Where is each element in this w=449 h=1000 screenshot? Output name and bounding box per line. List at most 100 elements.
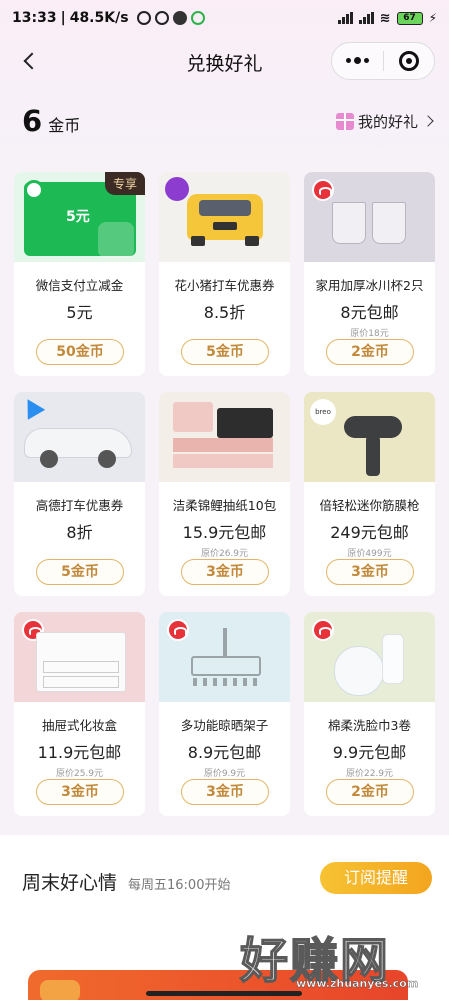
product-name: 棉柔洗脸巾3卷 xyxy=(328,718,411,733)
charging-icon: ⚡ xyxy=(428,11,437,25)
product-name: 微信支付立减金 xyxy=(35,278,124,293)
status-notification-icons xyxy=(136,11,205,25)
weekend-subtitle: 每周五16:00开始 xyxy=(128,878,231,893)
car-illustration xyxy=(187,194,263,240)
close-miniprogram-button[interactable] xyxy=(383,51,434,71)
product-card[interactable]: 花小猪打车优惠券 8.5折 5金币 xyxy=(159,172,290,376)
product-price: 249元包邮 xyxy=(330,523,409,542)
product-name: 多功能晾晒架子 xyxy=(180,718,269,733)
site-watermark: 好赚网 www.zhuanyes.com xyxy=(239,925,440,995)
product-price: 8.9元包邮 xyxy=(187,743,262,762)
breo-logo-icon: breo xyxy=(310,399,336,425)
checkmark-icon xyxy=(98,222,134,258)
brand-badge-icon xyxy=(312,619,334,641)
product-name: 倍轻松迷你筋膜枪 xyxy=(319,498,420,513)
more-menu-button[interactable] xyxy=(332,57,383,64)
alarm-icon xyxy=(136,11,151,25)
massage-gun-image xyxy=(344,416,402,438)
product-image xyxy=(159,612,290,702)
product-card[interactable]: 棉柔洗脸巾3卷 9.9元包邮 原价22.9元 2金币 xyxy=(304,612,435,816)
product-image xyxy=(159,392,290,482)
status-network-speed: 48.5K/s xyxy=(69,10,129,26)
brand-badge-icon xyxy=(312,179,334,201)
redeem-button[interactable]: 5金币 xyxy=(181,339,269,365)
tissue-pack-image xyxy=(173,402,277,476)
product-original-price: 原价499元 xyxy=(347,549,392,559)
product-price: 5元 xyxy=(66,303,93,322)
redeem-button[interactable]: 3金币 xyxy=(326,559,414,585)
product-name: 家用加厚冰川杯2只 xyxy=(315,278,424,293)
my-gifts-link[interactable]: 我的好礼 xyxy=(335,111,434,132)
product-original-price: 原价25.9元 xyxy=(55,769,104,779)
product-price: 15.9元包邮 xyxy=(182,523,267,542)
product-price: 11.9元包邮 xyxy=(37,743,122,762)
redeem-button[interactable]: 50金币 xyxy=(36,339,124,365)
product-original-price: 原价26.9元 xyxy=(200,549,249,559)
home-indicator[interactable] xyxy=(146,991,302,996)
gaode-logo-icon xyxy=(18,394,46,420)
product-card[interactable]: 5元 专享 微信支付立减金 5元 50金币 xyxy=(14,172,145,376)
glass-cup-image xyxy=(372,202,406,244)
watermark-url: www.zhuanyes.com xyxy=(296,977,419,990)
chevron-right-icon xyxy=(422,115,434,127)
status-time: 13:33 xyxy=(12,10,57,26)
product-original-price: 原价9.9元 xyxy=(203,769,246,779)
product-card[interactable]: 家用加厚冰川杯2只 8元包邮 原价18元 2金币 xyxy=(304,172,435,376)
battery-level: 67 xyxy=(403,13,416,23)
product-name: 花小猪打车优惠券 xyxy=(174,278,275,293)
product-original-price: 原价22.9元 xyxy=(345,769,394,779)
redeem-button[interactable]: 5金币 xyxy=(36,559,124,585)
battery-icon: 67 xyxy=(396,11,423,25)
product-card[interactable]: 高德打车优惠券 8折 5金币 xyxy=(14,392,145,596)
towel-roll-image xyxy=(334,646,384,696)
wechat-icon xyxy=(190,11,205,25)
product-image xyxy=(304,612,435,702)
product-price: 8.5折 xyxy=(203,303,246,322)
status-bar: 13:33 | 48.5K/s ≋ 67 ⚡ xyxy=(0,0,449,36)
redeem-button[interactable]: 2金币 xyxy=(326,339,414,365)
redeem-button[interactable]: 2金币 xyxy=(326,779,414,805)
product-card[interactable]: 多功能晾晒架子 8.9元包邮 原价9.9元 3金币 xyxy=(159,612,290,816)
makeup-box-image xyxy=(36,632,126,692)
product-image xyxy=(159,172,290,262)
glass-cup-image xyxy=(332,202,366,244)
drying-rack-image xyxy=(191,656,261,676)
product-card[interactable]: breo 倍轻松迷你筋膜枪 249元包邮 原价499元 3金币 xyxy=(304,392,435,596)
target-icon xyxy=(398,51,419,71)
product-image xyxy=(14,612,145,702)
product-name: 高德打车优惠券 xyxy=(35,498,124,513)
signal-icon xyxy=(337,12,353,24)
qq-icon xyxy=(172,11,187,25)
wifi-icon: ≋ xyxy=(379,10,391,26)
redeem-button[interactable]: 3金币 xyxy=(181,559,269,585)
voucher-amount: 5元 xyxy=(66,209,90,225)
coin-balance-row: 6 金币 我的好礼 xyxy=(22,103,434,139)
product-price: 9.9元包邮 xyxy=(332,743,407,762)
signal-icon-2 xyxy=(358,12,374,24)
gift-icon xyxy=(335,112,354,130)
brand-badge-icon xyxy=(167,619,189,641)
product-card[interactable]: 抽屉式化妆盒 11.9元包邮 原价25.9元 3金币 xyxy=(14,612,145,816)
weekend-title: 周末好心情 xyxy=(22,872,118,894)
redeem-button[interactable]: 3金币 xyxy=(36,779,124,805)
my-gifts-label: 我的好礼 xyxy=(357,112,418,131)
product-grid: 5元 专享 微信支付立减金 5元 50金币 花小猪打车优惠券 8.5折 5金币 xyxy=(0,155,449,835)
product-original-price xyxy=(14,546,145,558)
product-price: 8折 xyxy=(66,523,93,542)
product-price: 8元包邮 xyxy=(340,303,399,322)
product-image: breo xyxy=(304,392,435,482)
product-name: 抽屉式化妆盒 xyxy=(41,718,117,733)
product-original-price xyxy=(14,326,145,338)
redeem-button[interactable]: 3金币 xyxy=(181,779,269,805)
coin-balance: 6 xyxy=(22,104,43,138)
product-image xyxy=(14,392,145,482)
nav-bar: 兑换好礼 xyxy=(0,40,449,82)
car-illustration xyxy=(24,428,132,458)
status-separator: | xyxy=(60,10,66,26)
status-right-icons: ≋ 67 ⚡ xyxy=(337,10,437,26)
wechat-pay-icon xyxy=(24,180,44,200)
subscribe-reminder-button[interactable]: 订阅提醒 xyxy=(320,862,432,894)
clock-icon xyxy=(154,11,169,25)
huaxiaozhu-logo-icon xyxy=(165,177,189,201)
product-card[interactable]: 洁柔锦鲤抽纸10包 15.9元包邮 原价26.9元 3金币 xyxy=(159,392,290,596)
